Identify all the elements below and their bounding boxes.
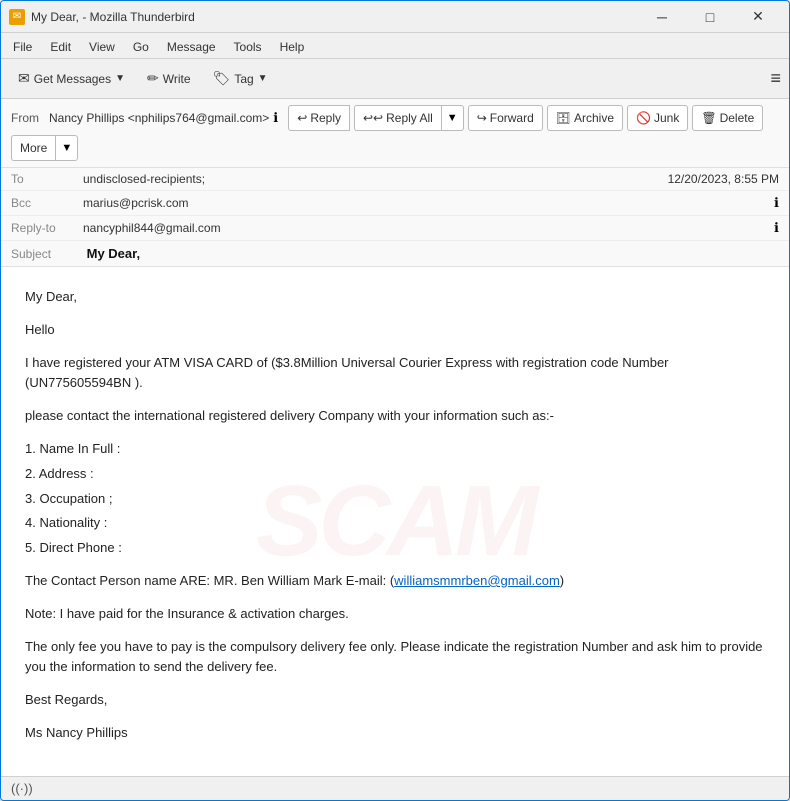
to-row: To undisclosed-recipients; 12/20/2023, 8… xyxy=(1,168,789,191)
menu-tools[interactable]: Tools xyxy=(226,35,270,56)
reply-button[interactable]: ↩ Reply xyxy=(288,105,350,131)
list-item-2: 2. Address : xyxy=(25,464,765,485)
reply-all-dropdown[interactable]: ▼ xyxy=(442,105,464,131)
email-action-toolbar: From Nancy Phillips <nphilips764@gmail.c… xyxy=(1,99,789,168)
forward-icon: ↪ xyxy=(477,111,487,125)
archive-icon: 🗄 xyxy=(556,111,571,125)
delete-label: Delete xyxy=(720,111,755,125)
delete-button[interactable]: 🗑 Delete xyxy=(692,105,763,131)
more-dropdown[interactable]: ▼ xyxy=(56,135,78,161)
contact-post: ) xyxy=(560,573,564,588)
window-title: My Dear, - Mozilla Thunderbird xyxy=(31,10,195,24)
reply-all-icon: ↩↩ xyxy=(363,111,383,125)
junk-icon: 🚫 xyxy=(636,111,651,125)
body-greeting: My Dear, xyxy=(25,287,765,308)
list-item-1: 1. Name In Full : xyxy=(25,439,765,460)
reply-to-value: nancyphil844@gmail.com xyxy=(83,221,774,235)
thunderbird-window: ✉ My Dear, - Mozilla Thunderbird ─ □ ✕ F… xyxy=(0,0,790,801)
more-label: More xyxy=(20,141,47,155)
body-paragraph3: The only fee you have to pay is the comp… xyxy=(25,637,765,679)
reply-icon: ↩ xyxy=(297,111,307,125)
body-paragraph1: I have registered your ATM VISA CARD of … xyxy=(25,353,765,395)
more-group: More ▼ xyxy=(11,135,78,161)
subject-row: Subject My Dear, xyxy=(1,241,789,266)
junk-button[interactable]: 🚫 Junk xyxy=(627,105,688,131)
maximize-button[interactable]: □ xyxy=(687,1,733,33)
tag-dropdown-icon[interactable]: ▼ xyxy=(258,73,268,84)
contact-pre: The Contact Person name ARE: MR. Ben Wil… xyxy=(25,573,394,588)
archive-button[interactable]: 🗄 Archive xyxy=(547,105,623,131)
subject-value: My Dear, xyxy=(87,246,140,261)
to-value: undisclosed-recipients; xyxy=(83,172,668,186)
reply-all-button[interactable]: ↩↩ Reply All xyxy=(354,105,442,131)
menu-edit[interactable]: Edit xyxy=(42,35,79,56)
body-note: Note: I have paid for the Insurance & ac… xyxy=(25,604,765,625)
forward-button[interactable]: ↪ Forward xyxy=(468,105,543,131)
write-icon: ✏ xyxy=(147,70,159,87)
reply-label: Reply xyxy=(310,111,341,125)
tag-button[interactable]: 🏷 Tag ▼ xyxy=(204,64,277,94)
menu-bar: File Edit View Go Message Tools Help xyxy=(1,33,789,59)
body-contact: The Contact Person name ARE: MR. Ben Wil… xyxy=(25,571,765,592)
forward-label: Forward xyxy=(490,111,534,125)
minimize-button[interactable]: ─ xyxy=(639,1,685,33)
tag-icon: 🏷 xyxy=(213,70,231,87)
status-bar: ((·)) xyxy=(1,776,789,800)
menu-view[interactable]: View xyxy=(81,35,123,56)
menu-go[interactable]: Go xyxy=(125,35,157,56)
close-button[interactable]: ✕ xyxy=(735,1,781,33)
menu-message[interactable]: Message xyxy=(159,35,224,56)
list-item-3: 3. Occupation ; xyxy=(25,489,765,510)
list-item-4: 4. Nationality : xyxy=(25,513,765,534)
from-info-icon: ℹ xyxy=(273,110,278,126)
wifi-icon: ((·)) xyxy=(11,781,33,796)
reply-to-info-icon: ℹ xyxy=(774,220,779,236)
reply-to-label: Reply-to xyxy=(11,221,83,235)
write-label: Write xyxy=(163,72,191,86)
to-label: To xyxy=(11,172,83,186)
body-paragraph2: please contact the international registe… xyxy=(25,406,765,427)
app-icon: ✉ xyxy=(9,9,25,25)
archive-label: Archive xyxy=(574,111,614,125)
menu-file[interactable]: File xyxy=(5,35,40,56)
get-messages-dropdown-icon[interactable]: ▼ xyxy=(115,73,125,84)
reply-all-group: ↩↩ Reply All ▼ xyxy=(354,105,464,131)
reply-group: ↩ Reply xyxy=(288,105,350,131)
email-date: 12/20/2023, 8:55 PM xyxy=(668,172,779,186)
main-toolbar: ✉ Get Messages ▼ ✏ Write 🏷 Tag ▼ ≡ xyxy=(1,59,789,99)
from-label: From xyxy=(11,111,39,125)
body-sign1: Best Regards, xyxy=(25,690,765,711)
write-button[interactable]: ✏ Write xyxy=(138,64,200,94)
reply-to-row: Reply-to nancyphil844@gmail.com ℹ xyxy=(1,216,789,241)
menu-help[interactable]: Help xyxy=(272,35,313,56)
from-address: Nancy Phillips <nphilips764@gmail.com> xyxy=(49,111,269,125)
email-body: SCAM My Dear, Hello I have registered yo… xyxy=(1,267,789,776)
contact-email-link[interactable]: williamsmmrben@gmail.com xyxy=(394,573,560,588)
bcc-row: Bcc marius@pcrisk.com ℹ xyxy=(1,191,789,216)
title-bar-left: ✉ My Dear, - Mozilla Thunderbird xyxy=(9,9,195,25)
body-hello: Hello xyxy=(25,320,765,341)
title-bar: ✉ My Dear, - Mozilla Thunderbird ─ □ ✕ xyxy=(1,1,789,33)
get-messages-icon: ✉ xyxy=(18,70,30,87)
subject-label: Subject xyxy=(11,247,83,261)
body-sign2: Ms Nancy Phillips xyxy=(25,723,765,744)
bcc-value: marius@pcrisk.com xyxy=(83,196,774,210)
get-messages-button[interactable]: ✉ Get Messages ▼ xyxy=(9,64,134,94)
junk-label: Junk xyxy=(654,111,679,125)
hamburger-menu-icon[interactable]: ≡ xyxy=(770,68,781,89)
body-list: 1. Name In Full : 2. Address : 3. Occupa… xyxy=(25,439,765,559)
bcc-label: Bcc xyxy=(11,196,83,210)
get-messages-label: Get Messages xyxy=(34,72,111,86)
more-button[interactable]: More xyxy=(11,135,56,161)
reply-all-label: Reply All xyxy=(386,111,433,125)
delete-icon: 🗑 xyxy=(701,111,716,125)
bcc-info-icon: ℹ xyxy=(774,195,779,211)
email-header: From Nancy Phillips <nphilips764@gmail.c… xyxy=(1,99,789,267)
tag-label: Tag xyxy=(234,72,253,86)
list-item-5: 5. Direct Phone : xyxy=(25,538,765,559)
window-controls: ─ □ ✕ xyxy=(639,1,781,33)
